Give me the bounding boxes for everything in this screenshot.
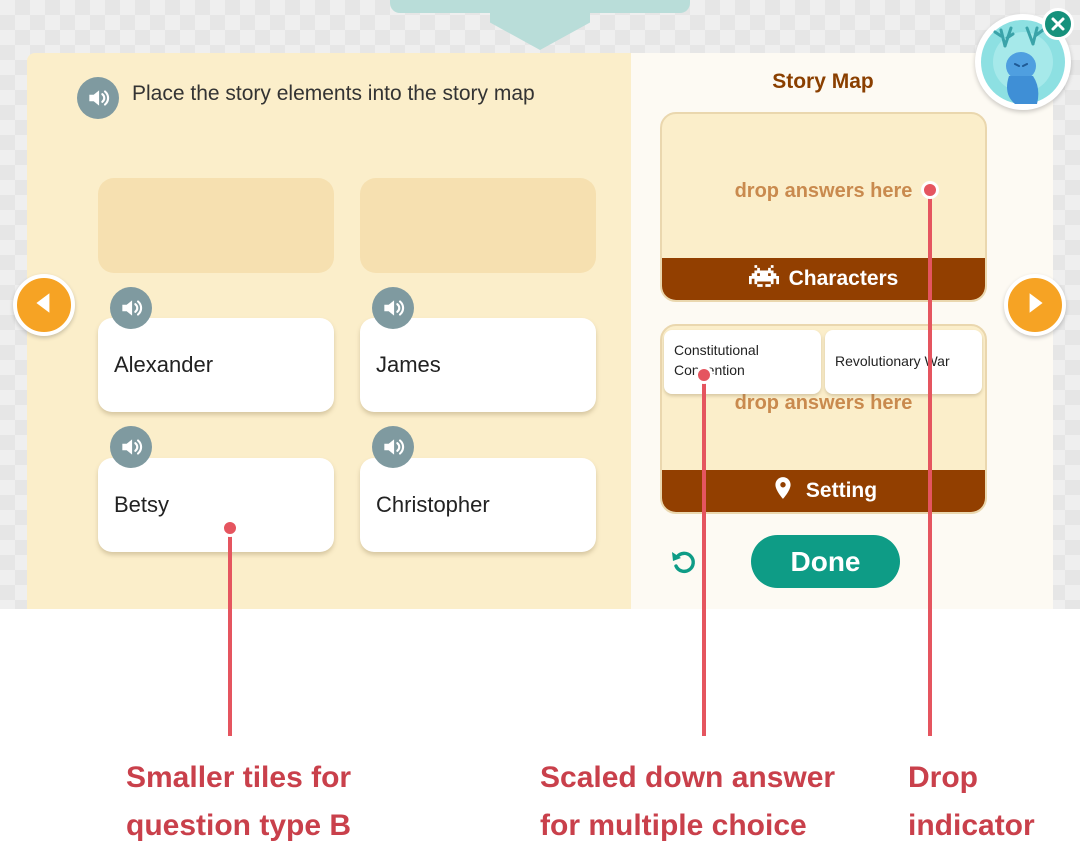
tile-label: Betsy [114, 492, 170, 517]
annotation-dot [695, 366, 713, 384]
instruction-speaker-icon[interactable] [77, 77, 119, 119]
tile-speaker-icon[interactable] [372, 287, 414, 329]
category-label-text: Setting [805, 479, 878, 502]
annotation-line1: Drop [908, 761, 978, 794]
category-label-text: Characters [788, 267, 899, 290]
done-button[interactable]: Done [751, 535, 900, 588]
answer-tile-christopher[interactable]: Christopher [360, 458, 596, 552]
category-label-characters: Characters [662, 258, 985, 300]
chevron-left-icon [31, 290, 57, 320]
placed-answer-label: Revolutionary War [835, 353, 950, 369]
prev-button[interactable] [13, 274, 75, 336]
drop-zone-characters[interactable]: drop answers here Characters [660, 112, 987, 302]
empty-slot [360, 178, 596, 273]
annotation-line [928, 190, 932, 736]
tile-label: James [376, 352, 441, 377]
undo-icon[interactable] [668, 546, 700, 578]
placed-answer-constitutional-convention[interactable]: Constitutional Convention [664, 330, 821, 394]
answer-tile-james[interactable]: James [360, 318, 596, 412]
annotation-line [702, 375, 706, 736]
space-invader-icon [748, 263, 779, 295]
category-label-setting: Setting [662, 470, 985, 512]
next-button[interactable] [1004, 274, 1066, 336]
annotation-line [228, 528, 232, 736]
annotation-dot [221, 519, 239, 537]
empty-slot [98, 178, 334, 273]
tile-label: Christopher [376, 492, 490, 517]
placed-answer-revolutionary-war[interactable]: Revolutionary War [825, 330, 982, 394]
placed-answer-label: Constitutional Convention [674, 342, 759, 378]
tile-speaker-icon[interactable] [110, 287, 152, 329]
answer-tile-betsy[interactable]: Betsy [98, 458, 334, 552]
story-map-title: Story Map [772, 70, 874, 93]
close-icon [1050, 16, 1066, 32]
annotation-line2: indicator [908, 809, 1035, 842]
chevron-right-icon [1022, 290, 1048, 320]
drop-hint: drop answers here [734, 392, 913, 414]
annotation-scaled-answer: Scaled down answer for multiple choice [540, 754, 835, 848]
tile-label: Alexander [114, 352, 214, 377]
annotation-line1: Scaled down answer [540, 761, 836, 794]
annotation-line1: Smaller tiles for [126, 761, 352, 794]
annotation-line2: for multiple choice [540, 809, 807, 842]
annotation-smaller-tiles: Smaller tiles for question type B [126, 754, 351, 848]
annotation-dot [921, 181, 939, 199]
annotation-drop-indicator: Drop indicator [908, 754, 1035, 848]
answer-tile-alexander[interactable]: Alexander [98, 318, 334, 412]
instruction-text: Place the story elements into the story … [132, 82, 535, 105]
location-pin-icon [770, 475, 796, 507]
tile-speaker-icon[interactable] [110, 426, 152, 468]
tile-speaker-icon[interactable] [372, 426, 414, 468]
annotation-line2: question type B [126, 809, 352, 842]
close-button[interactable] [1042, 8, 1074, 40]
